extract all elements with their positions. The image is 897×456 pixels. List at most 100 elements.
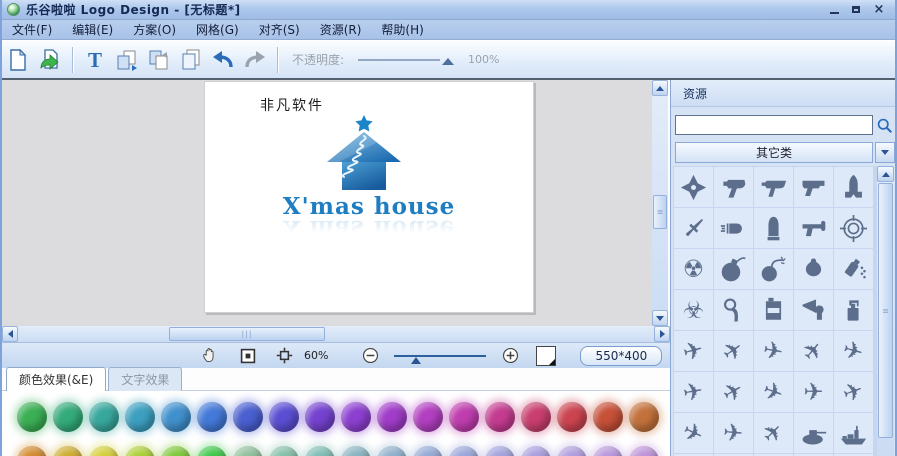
send-backward-icon[interactable]: [145, 46, 173, 74]
color-swatch[interactable]: [53, 402, 83, 432]
menu-item-0[interactable]: 文件(F): [2, 19, 62, 40]
color-swatch[interactable]: [629, 446, 659, 456]
tab-color-effects[interactable]: 颜色效果(&E): [6, 367, 107, 391]
company-text[interactable]: 非凡软件: [260, 95, 324, 115]
menu-item-1[interactable]: 编辑(E): [62, 19, 123, 40]
color-swatch[interactable]: [197, 402, 227, 432]
color-swatch[interactable]: [161, 402, 191, 432]
grenade-icon[interactable]: [714, 290, 753, 330]
artillery-shell-icon[interactable]: [754, 208, 793, 248]
biohazard-icon[interactable]: ☣: [674, 290, 713, 330]
fighter-jet-icon[interactable]: ✈: [794, 331, 833, 371]
scroll-right-icon[interactable]: [654, 326, 670, 342]
resource-search-input[interactable]: [675, 115, 873, 135]
menu-item-5[interactable]: 资源(R): [310, 19, 372, 40]
bomb-fuse-icon[interactable]: [754, 249, 793, 289]
search-icon[interactable]: [873, 114, 895, 136]
scroll-up-icon[interactable]: [652, 80, 668, 96]
color-swatch[interactable]: [413, 402, 443, 432]
new-document-icon[interactable]: [4, 46, 32, 74]
color-swatch[interactable]: [197, 446, 227, 456]
color-swatch[interactable]: [233, 446, 263, 456]
glider-jet-icon[interactable]: ✈: [754, 331, 793, 371]
color-swatch[interactable]: [305, 402, 335, 432]
prop-plane-icon[interactable]: ✈: [834, 331, 873, 371]
chevron-down-icon[interactable]: [875, 142, 895, 163]
color-swatch[interactable]: [593, 402, 623, 432]
color-swatch[interactable]: [53, 446, 83, 456]
scroll-up-icon[interactable]: [877, 166, 894, 182]
design-page[interactable]: 非凡软件 X'mas house X'mas house: [204, 81, 534, 313]
transport-plane-icon[interactable]: ✈: [794, 372, 833, 412]
xmas-house-logo[interactable]: [325, 115, 403, 193]
opacity-slider-handle[interactable]: [442, 58, 455, 65]
color-swatch[interactable]: [629, 402, 659, 432]
color-swatch[interactable]: [89, 402, 119, 432]
fit-screen-icon[interactable]: [236, 345, 260, 367]
menu-item-2[interactable]: 方案(O): [123, 19, 186, 40]
color-swatch[interactable]: [269, 402, 299, 432]
warship-icon[interactable]: [834, 413, 873, 453]
strike-fighter-icon[interactable]: ✈: [674, 413, 713, 453]
color-swatch[interactable]: [341, 402, 371, 432]
scroll-left-icon[interactable]: [2, 326, 18, 342]
hscroll-thumb[interactable]: |||: [169, 327, 325, 341]
resources-scrollbar[interactable]: ≡: [877, 166, 894, 456]
fighter-jet-2-icon[interactable]: ✈: [754, 372, 793, 412]
fuel-can-icon[interactable]: [754, 290, 793, 330]
color-swatch[interactable]: [269, 446, 299, 456]
zoom-in-icon[interactable]: [498, 345, 522, 367]
shuriken-icon[interactable]: [674, 167, 713, 207]
background-color-swatch[interactable]: [536, 345, 557, 366]
undo-icon[interactable]: [209, 46, 237, 74]
category-dropdown[interactable]: 其它类: [675, 142, 873, 163]
canvas-workspace[interactable]: 非凡软件 X'mas house X'mas house: [2, 80, 668, 326]
vscroll-thumb[interactable]: ≡: [653, 195, 667, 229]
redo-icon[interactable]: [241, 46, 269, 74]
spray-icon[interactable]: [834, 249, 873, 289]
small-plane-icon[interactable]: ✈: [714, 331, 753, 371]
color-swatch[interactable]: [17, 446, 47, 456]
pistol-icon[interactable]: [794, 167, 833, 207]
dagger-icon[interactable]: [674, 208, 713, 248]
vscroll-thumb[interactable]: ≡: [878, 183, 893, 438]
air-horn-icon[interactable]: [794, 290, 833, 330]
color-swatch[interactable]: [161, 446, 191, 456]
revolver-icon[interactable]: [714, 167, 753, 207]
tank-icon[interactable]: [794, 413, 833, 453]
text-tool-icon[interactable]: T: [81, 46, 109, 74]
color-swatch[interactable]: [305, 446, 335, 456]
color-swatch[interactable]: [341, 446, 371, 456]
color-swatch[interactable]: [485, 446, 515, 456]
canvas-hscrollbar[interactable]: |||: [2, 326, 670, 342]
rocket-icon[interactable]: [834, 167, 873, 207]
color-swatch[interactable]: [557, 402, 587, 432]
color-swatch[interactable]: [521, 402, 551, 432]
pump-bottle-icon[interactable]: [834, 290, 873, 330]
menu-item-4[interactable]: 对齐(S): [249, 19, 310, 40]
bomber-icon[interactable]: ✈: [714, 413, 753, 453]
canvas-size-button[interactable]: 550*400: [580, 345, 663, 366]
color-swatch[interactable]: [521, 446, 551, 456]
color-swatch[interactable]: [449, 446, 479, 456]
color-swatch[interactable]: [89, 446, 119, 456]
crosshair-target-icon[interactable]: [834, 208, 873, 248]
minimize-icon[interactable]: [829, 4, 841, 16]
zoom-slider-handle[interactable]: [411, 356, 421, 364]
color-swatch[interactable]: [125, 402, 155, 432]
bring-forward-icon[interactable]: [113, 46, 141, 74]
jet-plane-icon[interactable]: ✈: [714, 372, 753, 412]
color-swatch[interactable]: [557, 446, 587, 456]
duplicate-icon[interactable]: [177, 46, 205, 74]
color-swatch[interactable]: [233, 402, 263, 432]
close-icon[interactable]: ×: [873, 3, 885, 16]
bullet-icon[interactable]: [714, 208, 753, 248]
naval-mine-icon[interactable]: [794, 249, 833, 289]
opacity-slider[interactable]: [358, 58, 441, 61]
maximize-icon[interactable]: [851, 4, 863, 16]
tab-text-effects[interactable]: 文字效果: [108, 367, 183, 391]
hand-tool-icon[interactable]: [198, 345, 222, 367]
zoom-slider[interactable]: [394, 354, 487, 364]
color-swatch[interactable]: [485, 402, 515, 432]
canvas-vscrollbar[interactable]: ≡: [652, 80, 668, 326]
